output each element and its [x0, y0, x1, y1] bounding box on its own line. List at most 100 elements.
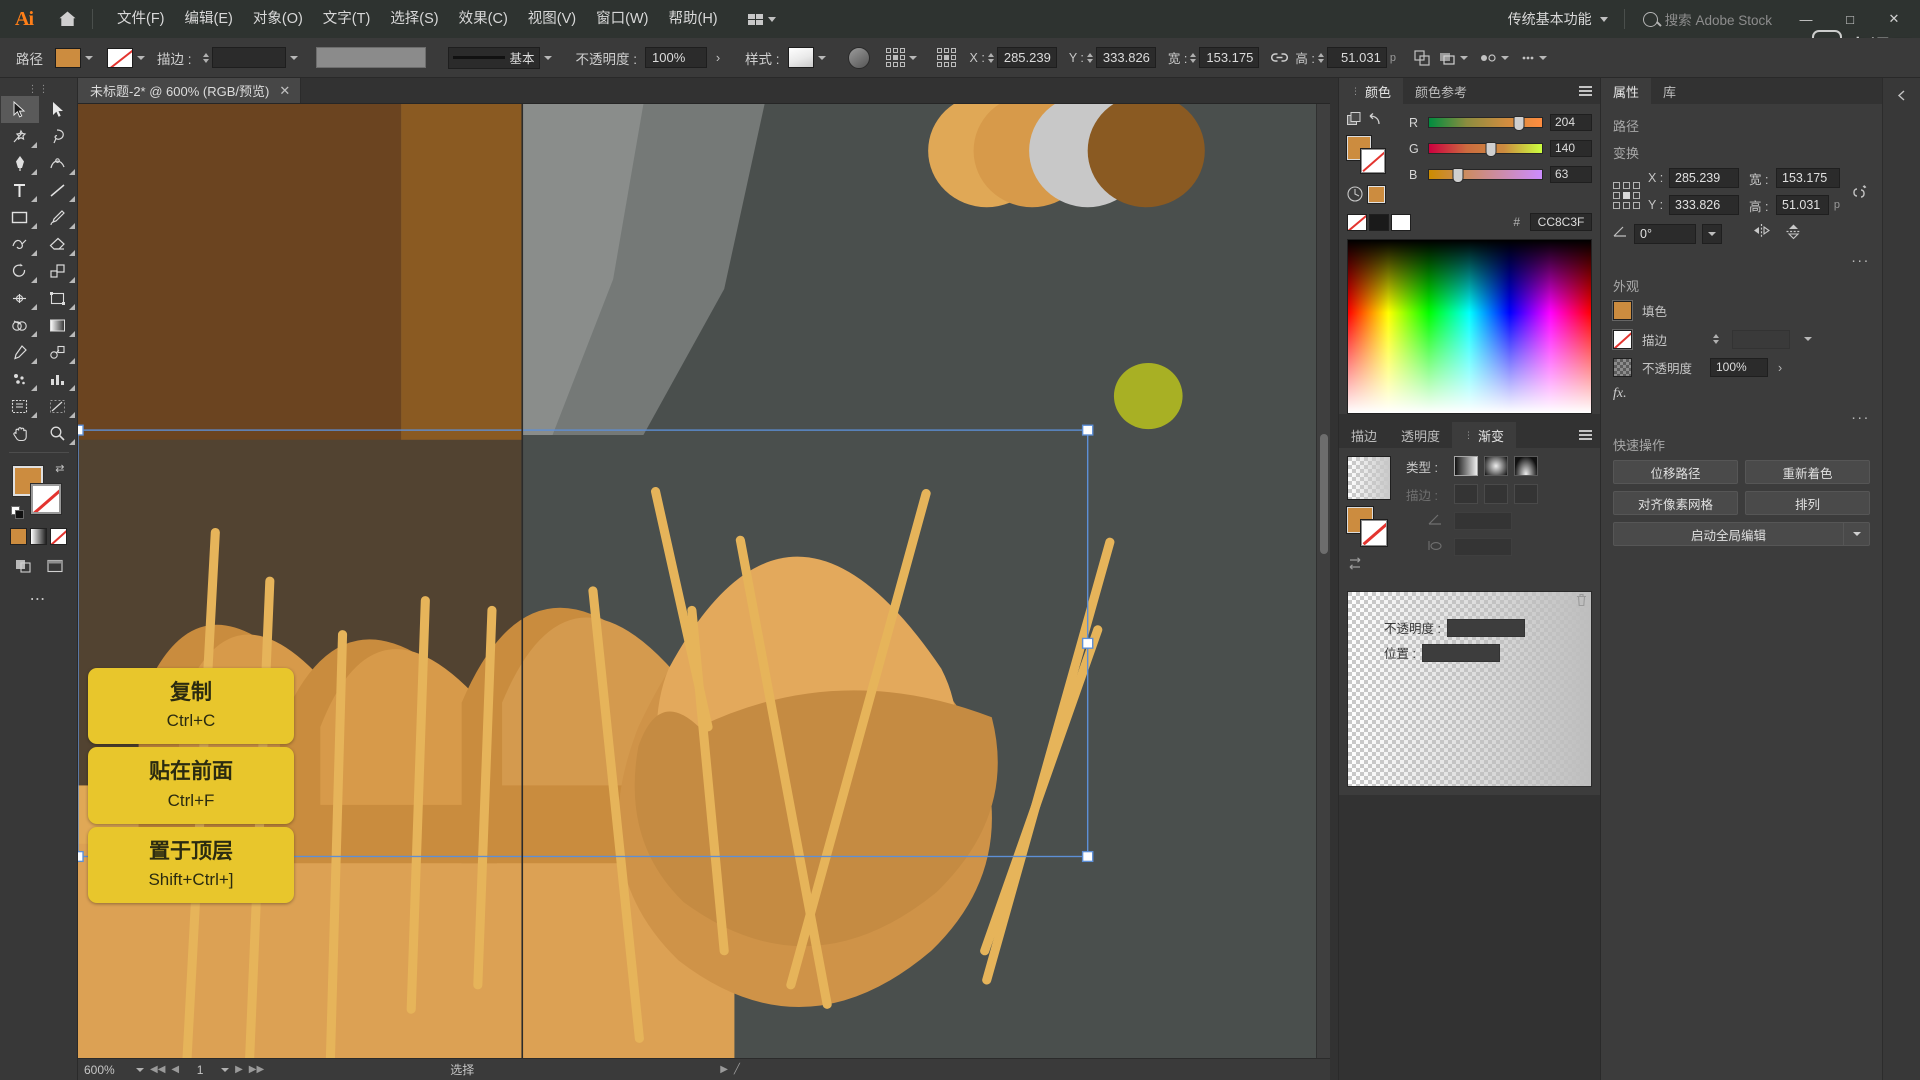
curvature-tool[interactable]: [39, 150, 77, 177]
symbol-sprayer-tool[interactable]: [1, 366, 39, 393]
search-adobe-stock[interactable]: 搜索 Adobe Stock: [1631, 9, 1784, 29]
free-transform-tool[interactable]: [39, 285, 77, 312]
tab-properties[interactable]: 属性: [1601, 78, 1652, 104]
gradient-tool[interactable]: [39, 312, 77, 339]
stroke-weight-input[interactable]: [211, 47, 286, 68]
x-input[interactable]: 285.239: [1669, 168, 1739, 188]
swap-fill-stroke-icon[interactable]: ⇄: [55, 462, 64, 475]
color-mode-solid[interactable]: [10, 528, 27, 545]
appearance-more-options[interactable]: ...: [1613, 406, 1870, 423]
shape-builder-tool[interactable]: [1, 312, 39, 339]
chevron-down-icon[interactable]: [81, 48, 97, 68]
close-icon[interactable]: ✕: [279, 83, 290, 99]
color-mode-none[interactable]: [50, 528, 67, 545]
shaper-tool[interactable]: [1, 231, 39, 258]
panel-menu-button[interactable]: [1579, 422, 1600, 448]
color-stroke-swatch[interactable]: [1360, 148, 1386, 174]
paintbrush-tool[interactable]: [39, 204, 77, 231]
fill-swatch-control[interactable]: [55, 47, 97, 68]
transform-more-options[interactable]: ...: [1613, 249, 1870, 266]
workspace-switcher[interactable]: 传统基本功能: [1498, 9, 1618, 29]
stroke-profile-dropdown[interactable]: 基本: [447, 46, 540, 69]
artboard-nav-last[interactable]: ▶▶: [249, 1064, 264, 1075]
appearance-fill-swatch[interactable]: [1612, 300, 1633, 321]
zoom-level[interactable]: 600%: [84, 1062, 130, 1077]
direct-selection-tool[interactable]: [39, 96, 77, 123]
scrollbar-thumb[interactable]: [1320, 434, 1328, 554]
chevron-down-icon[interactable]: [133, 48, 149, 68]
global-edit-options[interactable]: [1844, 522, 1870, 546]
fill-swatch[interactable]: [55, 47, 81, 68]
color-revert-icon[interactable]: [1367, 112, 1382, 132]
stroke-color-swatch[interactable]: [29, 483, 62, 515]
collapse-panels-icon[interactable]: [1889, 84, 1915, 106]
chevron-down-icon[interactable]: [1497, 48, 1513, 68]
channel-value-b[interactable]: 63: [1550, 166, 1592, 183]
gradient-type-radial[interactable]: [1484, 456, 1508, 476]
slider-thumb-b[interactable]: [1452, 168, 1464, 183]
appearance-stroke-swatch[interactable]: [1612, 328, 1633, 350]
slider-thumb-r[interactable]: [1513, 116, 1525, 131]
color-spectrum-ramp[interactable]: [1347, 239, 1592, 414]
maximize-button[interactable]: □: [1828, 0, 1872, 38]
opacity-input[interactable]: 100%: [645, 47, 708, 68]
artboard-nav-next[interactable]: ▶: [235, 1064, 243, 1075]
artboard-tool[interactable]: [1, 393, 39, 420]
opacity-input[interactable]: 100%: [1710, 358, 1768, 377]
reference-point-selector[interactable]: [1613, 182, 1640, 209]
opacity-options-arrow[interactable]: ›: [707, 48, 729, 68]
toolbar-more-tools[interactable]: ⋯: [30, 589, 48, 609]
recolor-artwork-button[interactable]: [847, 46, 870, 69]
default-fill-stroke-icon[interactable]: [10, 506, 25, 520]
hex-input[interactable]: CC8C3F: [1530, 213, 1592, 231]
opacity-options-arrow[interactable]: ›: [1778, 361, 1782, 375]
chevron-down-icon[interactable]: [1535, 48, 1551, 68]
angle-dropdown[interactable]: [1702, 224, 1722, 244]
type-tool[interactable]: [1, 177, 39, 204]
slider-track-r[interactable]: [1428, 116, 1543, 131]
width-stepper[interactable]: [1190, 52, 1197, 63]
slider-track-g[interactable]: [1428, 142, 1543, 157]
link-dimensions-icon[interactable]: [1269, 49, 1289, 67]
gradient-stops-strip[interactable]: 不透明度 : 位置 :: [1347, 591, 1592, 787]
width-input[interactable]: 153.175: [1199, 47, 1260, 68]
transform-anchor-control[interactable]: [936, 48, 956, 67]
stroke-weight-stepper[interactable]: [202, 52, 209, 63]
fill-stroke-indicator[interactable]: ⇄: [10, 462, 67, 520]
channel-value-g[interactable]: 140: [1550, 140, 1592, 157]
line-segment-tool[interactable]: [39, 177, 77, 204]
trash-icon[interactable]: [1575, 593, 1588, 610]
flip-vertical-icon[interactable]: [1785, 223, 1802, 245]
tab-gradient[interactable]: ⋮ 渐变: [1452, 422, 1517, 448]
y-input[interactable]: 333.826: [1669, 195, 1739, 215]
toolbar-drag-handle[interactable]: ⋮⋮: [0, 82, 77, 96]
slice-tool[interactable]: [39, 393, 77, 420]
drawing-mode-icon[interactable]: [10, 555, 36, 577]
width-tool[interactable]: [1, 285, 39, 312]
gradient-reverse-icon[interactable]: [1347, 555, 1397, 577]
stroke-swatch[interactable]: [107, 47, 133, 68]
status-resize-handle[interactable]: ╱: [734, 1064, 740, 1075]
artboard-nav-first[interactable]: ◀◀: [150, 1064, 165, 1075]
gradient-opacity-input[interactable]: [1446, 618, 1525, 637]
menu-file[interactable]: 文件(F): [107, 0, 175, 38]
color-group-icon[interactable]: [1347, 112, 1362, 132]
slider-thumb-g[interactable]: [1485, 142, 1497, 157]
y-input[interactable]: 333.826: [1095, 47, 1156, 68]
more-options-dropdown[interactable]: [1521, 48, 1551, 68]
tab-libraries[interactable]: 库: [1651, 78, 1689, 104]
start-global-edit-button[interactable]: 启动全局编辑: [1613, 522, 1844, 546]
chevron-down-icon[interactable]: [1800, 329, 1816, 349]
slider-track-b[interactable]: [1428, 168, 1543, 183]
chevron-down-icon[interactable]: [136, 1067, 144, 1072]
color-mode-gradient[interactable]: [30, 528, 47, 545]
transform-panel-button[interactable]: [1414, 49, 1431, 66]
rotate-tool[interactable]: [1, 258, 39, 285]
hand-tool[interactable]: [1, 420, 39, 447]
stroke-variable-width-field[interactable]: [315, 47, 426, 68]
minimize-button[interactable]: —: [1784, 0, 1828, 38]
x-input[interactable]: 285.239: [996, 47, 1057, 68]
chevron-down-icon[interactable]: [905, 48, 921, 68]
gradient-stroke-swatch[interactable]: [1360, 519, 1388, 547]
scale-tool[interactable]: [39, 258, 77, 285]
